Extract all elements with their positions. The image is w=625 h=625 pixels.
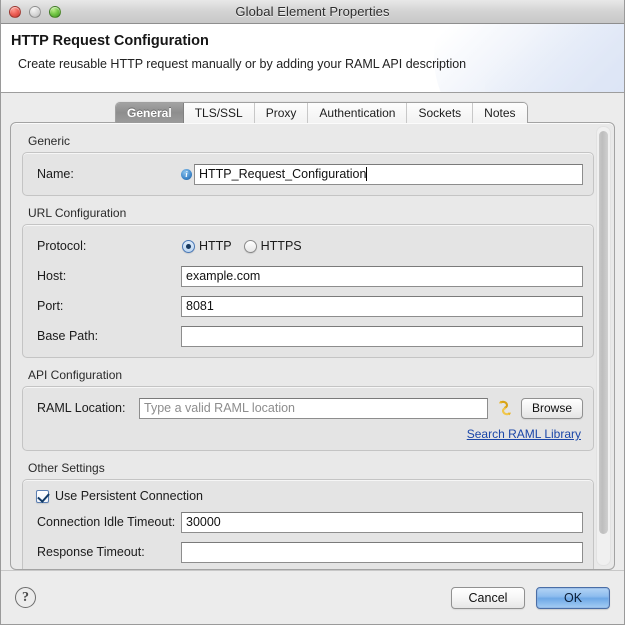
field-row-connection-idle-timeout: Connection Idle Timeout: 30000 bbox=[33, 510, 583, 534]
page-title: HTTP Request Configuration bbox=[11, 33, 209, 49]
protocol-option-https-label: HTTPS bbox=[260, 239, 302, 253]
search-raml-library-link[interactable]: Search RAML Library bbox=[467, 427, 581, 441]
dialog-body: General TLS/SSL Proxy Authentication Soc… bbox=[1, 93, 624, 570]
group-generic: Generic Name: i HTTP_Request_Configurati… bbox=[22, 134, 594, 196]
raml-library-link-row: Search RAML Library bbox=[33, 427, 583, 441]
settings-scroll-area: Generic Name: i HTTP_Request_Configurati… bbox=[11, 123, 594, 569]
field-row-response-timeout: Response Timeout: bbox=[33, 540, 583, 564]
group-api-configuration-title: API Configuration bbox=[28, 368, 123, 382]
use-persistent-connection-label: Use Persistent Connection bbox=[55, 489, 203, 503]
dialog-header: HTTP Request Configuration Create reusab… bbox=[1, 24, 624, 93]
field-row-host: Host: example.com bbox=[33, 264, 583, 288]
group-url-configuration: URL Configuration Protocol: HTTP HTTPS H… bbox=[22, 206, 594, 358]
global-element-properties-dialog: Global Element Properties HTTP Request C… bbox=[0, 0, 625, 625]
help-icon[interactable]: ? bbox=[15, 587, 36, 608]
port-label: Port: bbox=[37, 299, 64, 313]
group-other-settings: Other Settings Use Persistent Connection… bbox=[22, 461, 594, 569]
base-path-label: Base Path: bbox=[37, 329, 99, 343]
response-timeout-label: Response Timeout: bbox=[37, 545, 145, 559]
name-input[interactable]: HTTP_Request_Configuration bbox=[194, 163, 583, 185]
window-title: Global Element Properties bbox=[235, 4, 390, 19]
window-titlebar: Global Element Properties bbox=[1, 0, 624, 24]
tab-sockets[interactable]: Sockets bbox=[407, 103, 474, 123]
tab-general[interactable]: General bbox=[116, 103, 184, 123]
base-path-input[interactable] bbox=[181, 325, 583, 347]
protocol-label: Protocol: bbox=[37, 239, 87, 253]
close-button[interactable] bbox=[9, 5, 21, 18]
text-caret bbox=[366, 167, 368, 181]
protocol-option-https[interactable]: HTTPS bbox=[243, 239, 302, 253]
radio-http-icon[interactable] bbox=[182, 239, 195, 253]
field-row-raml-location: RAML Location: Type a valid RAML locatio… bbox=[33, 396, 583, 420]
protocol-option-http[interactable]: HTTP bbox=[182, 239, 232, 253]
field-row-name: Name: i HTTP_Request_Configuration bbox=[33, 162, 583, 186]
window-controls bbox=[9, 0, 61, 23]
field-row-base-path: Base Path: bbox=[33, 324, 583, 348]
use-persistent-connection-checkbox[interactable] bbox=[36, 489, 49, 503]
group-other-settings-title: Other Settings bbox=[28, 461, 105, 475]
raml-location-input[interactable]: Type a valid RAML location bbox=[139, 397, 488, 419]
raml-location-label: RAML Location: bbox=[37, 401, 126, 415]
info-icon[interactable]: i bbox=[181, 168, 192, 180]
browse-button[interactable]: Browse bbox=[520, 397, 583, 419]
group-api-configuration: API Configuration RAML Location: Type a … bbox=[22, 368, 594, 451]
tab-notes[interactable]: Notes bbox=[473, 103, 527, 123]
use-persistent-connection-row[interactable]: Use Persistent Connection bbox=[33, 489, 583, 503]
tab-tls-ssl[interactable]: TLS/SSL bbox=[183, 103, 255, 123]
tab-proxy[interactable]: Proxy bbox=[254, 103, 309, 123]
name-input-value: HTTP_Request_Configuration bbox=[199, 166, 367, 181]
tab-panel-general: Generic Name: i HTTP_Request_Configurati… bbox=[10, 122, 615, 570]
minimize-button[interactable] bbox=[29, 5, 41, 18]
tab-strip: General TLS/SSL Proxy Authentication Soc… bbox=[10, 102, 615, 123]
connection-idle-timeout-input[interactable]: 30000 bbox=[181, 511, 583, 533]
port-input[interactable]: 8081 bbox=[181, 295, 583, 317]
group-url-configuration-title: URL Configuration bbox=[28, 206, 127, 220]
tab-authentication[interactable]: Authentication bbox=[308, 103, 408, 123]
group-generic-title: Generic bbox=[28, 134, 71, 148]
field-row-protocol: Protocol: HTTP HTTPS bbox=[33, 234, 583, 258]
response-timeout-input[interactable] bbox=[181, 541, 583, 563]
host-label: Host: bbox=[37, 269, 67, 283]
scrollbar-thumb[interactable] bbox=[599, 131, 608, 534]
field-row-port: Port: 8081 bbox=[33, 294, 583, 318]
zoom-button[interactable] bbox=[49, 5, 61, 18]
connection-idle-timeout-label: Connection Idle Timeout: bbox=[37, 515, 176, 529]
name-label: Name: bbox=[37, 167, 74, 181]
dialog-footer: ? Cancel OK bbox=[1, 570, 624, 624]
raml-sync-icon[interactable] bbox=[496, 399, 514, 417]
ok-button[interactable]: OK bbox=[536, 586, 610, 609]
page-subtitle: Create reusable HTTP request manually or… bbox=[18, 57, 467, 71]
cancel-button[interactable]: Cancel bbox=[451, 586, 525, 609]
host-input[interactable]: example.com bbox=[181, 265, 583, 287]
radio-https-icon[interactable] bbox=[243, 239, 257, 253]
protocol-option-http-label: HTTP bbox=[199, 239, 232, 253]
vertical-scrollbar[interactable] bbox=[596, 126, 611, 566]
protocol-radio-group: HTTP HTTPS bbox=[181, 239, 302, 253]
